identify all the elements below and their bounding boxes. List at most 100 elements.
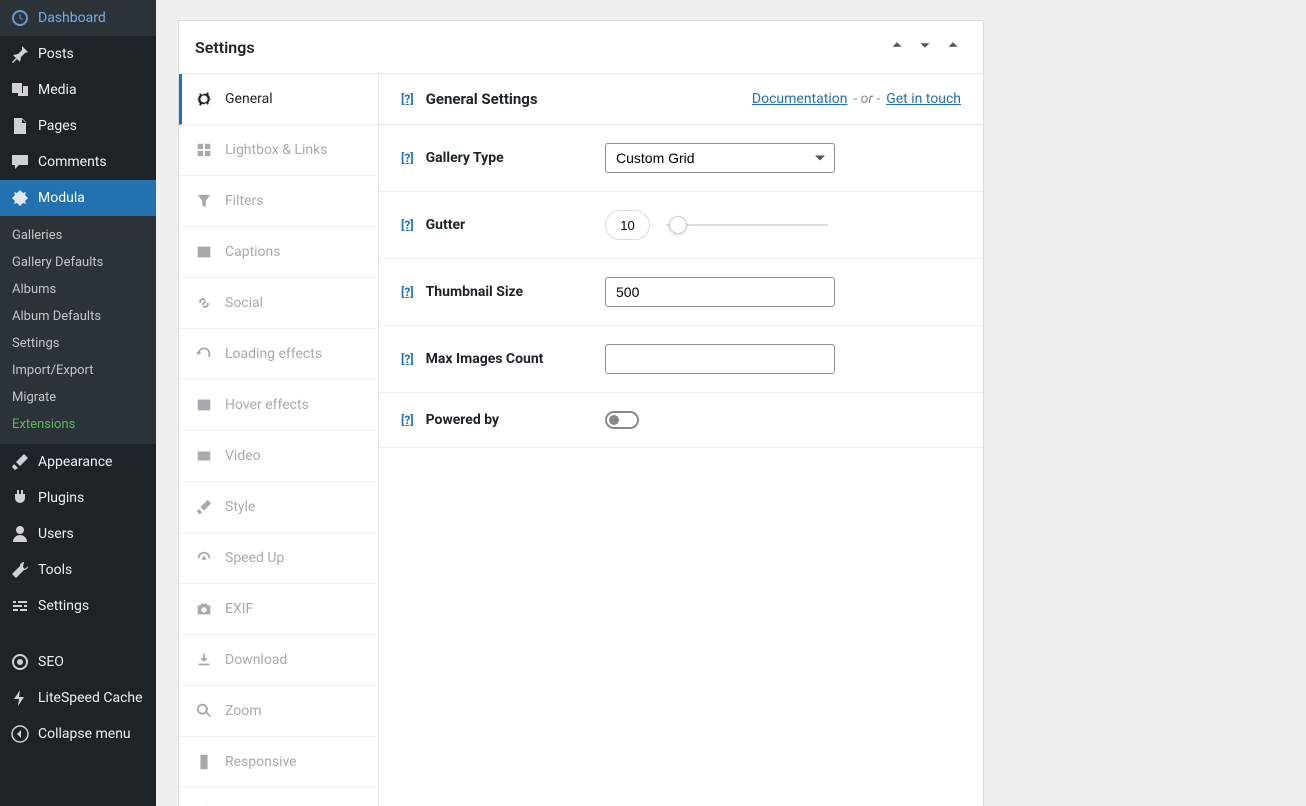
sidebar-label: Settings bbox=[38, 598, 89, 614]
submenu-import-export[interactable]: Import/Export bbox=[0, 357, 156, 384]
modula-icon bbox=[10, 188, 30, 208]
sidebar-label: Appearance bbox=[38, 454, 112, 470]
row-gutter: [?] Gutter bbox=[379, 192, 983, 259]
move-down-button[interactable] bbox=[911, 33, 939, 61]
help-icon[interactable]: [?] bbox=[401, 413, 414, 427]
sidebar-item-litespeed[interactable]: LiteSpeed Cache bbox=[0, 680, 156, 716]
wrench-icon bbox=[10, 560, 30, 580]
gutter-slider[interactable] bbox=[666, 224, 828, 226]
submenu-album-defaults[interactable]: Album Defaults bbox=[0, 303, 156, 330]
tab-speedup[interactable]: Speed Up bbox=[179, 533, 378, 584]
help-icon[interactable]: [?] bbox=[401, 352, 414, 366]
section-header: [?] General Settings Documentation - or … bbox=[379, 74, 983, 125]
sidebar-label: LiteSpeed Cache bbox=[38, 690, 143, 706]
field-label: Gutter bbox=[426, 217, 466, 233]
sidebar-label: Pages bbox=[38, 118, 77, 134]
tab-style[interactable]: Style bbox=[179, 482, 378, 533]
sidebar-label: Comments bbox=[38, 154, 107, 170]
settings-panel: Settings General Lightbox & Links Filter bbox=[178, 20, 984, 806]
sidebar-label: Users bbox=[38, 526, 74, 542]
sidebar-item-pages[interactable]: Pages bbox=[0, 108, 156, 144]
submenu-galleries[interactable]: Galleries bbox=[0, 222, 156, 249]
max-images-input[interactable] bbox=[605, 344, 835, 374]
tab-customcss[interactable]: Custom CSS bbox=[179, 788, 378, 806]
field-label: Powered by bbox=[426, 412, 499, 428]
tab-exif[interactable]: EXIF bbox=[179, 584, 378, 635]
camera-icon bbox=[195, 600, 213, 618]
sidebar-item-seo[interactable]: SEO bbox=[0, 644, 156, 680]
admin-sidebar: Dashboard Posts Media Pages Comments Mod… bbox=[0, 0, 156, 806]
field-label: Max Images Count bbox=[426, 351, 544, 367]
submenu: Galleries Gallery Defaults Albums Album … bbox=[0, 216, 156, 444]
sidebar-collapse[interactable]: Collapse menu bbox=[0, 716, 156, 752]
caption-icon bbox=[195, 243, 213, 261]
tab-hover[interactable]: Hover effects bbox=[179, 380, 378, 431]
sidebar-item-plugins[interactable]: Plugins bbox=[0, 480, 156, 516]
brush-icon bbox=[10, 452, 30, 472]
help-icon[interactable]: [?] bbox=[401, 151, 414, 165]
sidebar-item-appearance[interactable]: Appearance bbox=[0, 444, 156, 480]
help-icon[interactable]: [?] bbox=[401, 285, 414, 299]
tab-loading[interactable]: Loading effects bbox=[179, 329, 378, 380]
tab-captions[interactable]: Captions bbox=[179, 227, 378, 278]
help-icon[interactable]: [?] bbox=[401, 92, 414, 106]
tab-label: Zoom bbox=[225, 703, 262, 719]
slider-thumb[interactable] bbox=[669, 216, 687, 234]
media-icon bbox=[10, 80, 30, 100]
comment-icon bbox=[10, 152, 30, 172]
tab-social[interactable]: Social bbox=[179, 278, 378, 329]
tab-label: General bbox=[225, 91, 273, 107]
settings-content: [?] General Settings Documentation - or … bbox=[379, 74, 983, 806]
grid-icon bbox=[195, 141, 213, 159]
tab-responsive[interactable]: Responsive bbox=[179, 737, 378, 788]
sidebar-label: Plugins bbox=[38, 490, 84, 506]
field-label: Gallery Type bbox=[426, 150, 504, 166]
tab-download[interactable]: Download bbox=[179, 635, 378, 686]
toggle-panel-button[interactable] bbox=[939, 33, 967, 61]
sidebar-label: Posts bbox=[38, 46, 74, 62]
sidebar-item-users[interactable]: Users bbox=[0, 516, 156, 552]
field-label: Thumbnail Size bbox=[426, 284, 524, 300]
sidebar-label: Tools bbox=[38, 562, 72, 578]
seo-icon bbox=[10, 652, 30, 672]
contact-link[interactable]: Get in touch bbox=[886, 91, 961, 107]
sidebar-item-comments[interactable]: Comments bbox=[0, 144, 156, 180]
tab-general[interactable]: General bbox=[179, 74, 378, 125]
pin-icon bbox=[10, 44, 30, 64]
tab-filters[interactable]: Filters bbox=[179, 176, 378, 227]
tab-video[interactable]: Video bbox=[179, 431, 378, 482]
gutter-input[interactable] bbox=[605, 210, 650, 240]
submenu-gallery-defaults[interactable]: Gallery Defaults bbox=[0, 249, 156, 276]
submenu-albums[interactable]: Albums bbox=[0, 276, 156, 303]
filter-icon bbox=[195, 192, 213, 210]
hover-icon bbox=[195, 396, 213, 414]
sliders-icon bbox=[10, 596, 30, 616]
documentation-link[interactable]: Documentation bbox=[752, 91, 848, 107]
dashboard-icon bbox=[10, 8, 30, 28]
sidebar-item-dashboard[interactable]: Dashboard bbox=[0, 0, 156, 36]
tab-label: Captions bbox=[225, 244, 281, 260]
powered-by-toggle[interactable] bbox=[605, 411, 639, 429]
sidebar-item-modula[interactable]: Modula bbox=[0, 180, 156, 216]
tab-label: Speed Up bbox=[225, 550, 284, 566]
sidebar-label: Dashboard bbox=[38, 10, 106, 26]
submenu-settings[interactable]: Settings bbox=[0, 330, 156, 357]
tab-label: Hover effects bbox=[225, 397, 309, 413]
submenu-migrate[interactable]: Migrate bbox=[0, 384, 156, 411]
sidebar-item-settings[interactable]: Settings bbox=[0, 588, 156, 624]
tab-lightbox[interactable]: Lightbox & Links bbox=[179, 125, 378, 176]
thumbnail-size-input[interactable] bbox=[605, 277, 835, 307]
move-up-button[interactable] bbox=[883, 33, 911, 61]
reload-icon bbox=[195, 345, 213, 363]
panel-header: Settings bbox=[179, 21, 983, 74]
tab-zoom[interactable]: Zoom bbox=[179, 686, 378, 737]
sidebar-label: Collapse menu bbox=[38, 726, 131, 742]
gallery-type-select[interactable]: Custom Grid bbox=[605, 143, 835, 173]
gear-icon bbox=[195, 90, 213, 108]
help-icon[interactable]: [?] bbox=[401, 218, 414, 232]
submenu-extensions[interactable]: Extensions bbox=[0, 411, 156, 438]
sidebar-item-tools[interactable]: Tools bbox=[0, 552, 156, 588]
link-icon bbox=[195, 294, 213, 312]
sidebar-item-posts[interactable]: Posts bbox=[0, 36, 156, 72]
sidebar-item-media[interactable]: Media bbox=[0, 72, 156, 108]
